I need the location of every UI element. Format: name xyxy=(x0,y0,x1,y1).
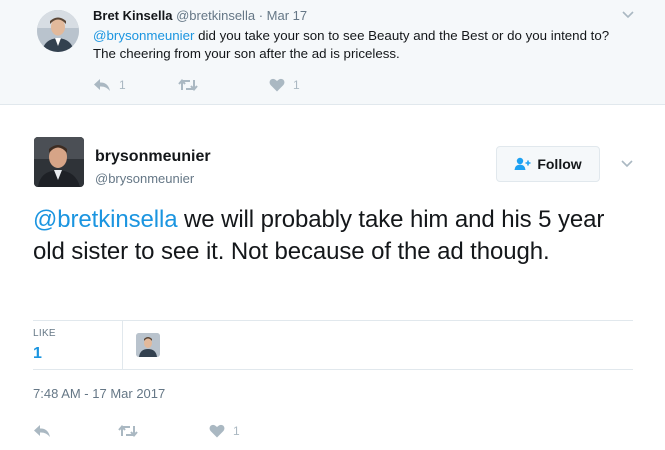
main-tweet-text: @bretkinsella we will probably take him … xyxy=(33,204,633,268)
chevron-down-icon[interactable] xyxy=(621,159,633,169)
reply-count: 1 xyxy=(119,78,126,92)
parent-author-name[interactable]: Bret Kinsella xyxy=(93,8,172,23)
parent-tweet-text: @brysonmeunier did you take your son to … xyxy=(93,27,633,63)
reply-icon xyxy=(34,425,50,437)
header-separator: · xyxy=(258,8,264,23)
main-author-name[interactable]: brysonmeunier xyxy=(95,148,211,166)
reply-action[interactable] xyxy=(33,424,51,438)
parent-tweet[interactable]: Bret Kinsella @bretkinsella · Mar 17 @br… xyxy=(0,0,665,105)
parent-mention-link[interactable]: @brysonmeunier xyxy=(93,28,194,43)
reply-action[interactable]: 1 xyxy=(93,78,126,92)
likes-count[interactable]: 1 xyxy=(33,345,42,363)
retweet-action[interactable] xyxy=(178,78,198,92)
parent-author-handle[interactable]: @bretkinsella xyxy=(176,8,255,23)
chevron-down-icon[interactable] xyxy=(622,10,634,20)
main-author-handle[interactable]: @brysonmeunier xyxy=(95,171,194,186)
main-mention-link[interactable]: @bretkinsella xyxy=(33,206,178,233)
parent-tweet-date[interactable]: Mar 17 xyxy=(267,8,307,23)
parent-like-count: 1 xyxy=(293,78,300,92)
like-action[interactable]: 1 xyxy=(269,78,300,92)
retweet-icon xyxy=(178,78,198,92)
tweet-timestamp[interactable]: 7:48 AM - 17 Mar 2017 xyxy=(33,386,165,401)
retweet-icon xyxy=(118,424,138,438)
reply-icon xyxy=(94,79,110,91)
liker-avatar[interactable] xyxy=(136,333,160,357)
main-like-count: 1 xyxy=(233,424,240,438)
likes-label: LIKE xyxy=(33,328,56,339)
follow-label: Follow xyxy=(537,156,582,172)
like-action[interactable]: 1 xyxy=(209,424,240,438)
parent-tweet-header: Bret Kinsella @bretkinsella · Mar 17 xyxy=(93,8,307,23)
stats-divider-top xyxy=(33,320,633,321)
heart-icon xyxy=(269,78,285,92)
heart-icon xyxy=(209,424,225,438)
main-author-avatar[interactable] xyxy=(34,137,84,187)
retweet-action[interactable] xyxy=(118,424,138,438)
stats-divider-bottom xyxy=(33,369,633,370)
follow-person-icon xyxy=(514,157,531,170)
parent-author-avatar[interactable] xyxy=(37,10,79,52)
follow-button[interactable]: Follow xyxy=(496,146,600,182)
stats-divider-vertical xyxy=(122,321,123,369)
